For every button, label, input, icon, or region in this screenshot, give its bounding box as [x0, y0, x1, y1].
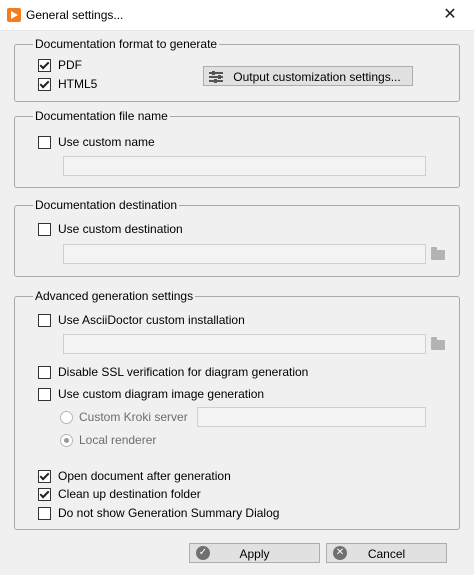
cancel-button[interactable]: ✕ Cancel: [326, 543, 447, 563]
close-icon[interactable]: ✕: [430, 2, 470, 28]
asciidoctor-label: Use AsciiDoctor custom installation: [58, 313, 245, 327]
output-customization-button[interactable]: Output customization settings...: [203, 66, 413, 86]
open-after-checkbox[interactable]: Open document after generation: [38, 468, 231, 484]
use-custom-destination-checkbox[interactable]: Use custom destination: [38, 221, 183, 237]
disable-ssl-label: Disable SSL verification for diagram gen…: [58, 365, 309, 379]
asciidoctor-checkbox[interactable]: Use AsciiDoctor custom installation: [38, 312, 245, 328]
apply-label: Apply: [239, 547, 270, 561]
clean-up-label: Clean up destination folder: [58, 487, 201, 501]
open-after-box[interactable]: [38, 469, 51, 483]
destination-legend: Documentation destination: [35, 198, 178, 212]
format-legend: Documentation format to generate: [35, 37, 218, 51]
browse-asciidoctor-folder-icon[interactable]: [431, 337, 445, 350]
use-custom-name-box[interactable]: [38, 135, 51, 149]
local-renderer-radio-dot[interactable]: [60, 433, 73, 447]
use-custom-name-label: Use custom name: [58, 135, 155, 149]
output-customization-label: Output customization settings...: [233, 70, 401, 84]
window-title: General settings...: [26, 8, 124, 22]
custom-diagram-checkbox[interactable]: Use custom diagram image generation: [38, 386, 264, 402]
custom-diagram-label: Use custom diagram image generation: [58, 387, 265, 401]
local-renderer-radio[interactable]: Local renderer: [60, 432, 156, 448]
asciidoctor-path-field[interactable]: [63, 334, 426, 354]
destination-field[interactable]: [63, 244, 426, 264]
advanced-legend: Advanced generation settings: [35, 289, 194, 303]
kroki-radio-dot[interactable]: [60, 410, 73, 424]
html5-label: HTML5: [58, 77, 98, 91]
custom-name-field[interactable]: [63, 156, 426, 176]
destination-group: Documentation destination: [14, 199, 460, 277]
kroki-url-field[interactable]: [197, 407, 426, 427]
app-logo-icon: [7, 8, 21, 22]
clean-up-checkbox[interactable]: Clean up destination folder: [38, 486, 201, 502]
html5-checkbox[interactable]: HTML5: [38, 76, 97, 92]
title-bar: General settings... ✕: [0, 0, 474, 30]
html5-check-box[interactable]: [38, 77, 51, 91]
kroki-radio[interactable]: Custom Kroki server: [60, 409, 188, 425]
pdf-label: PDF: [58, 58, 82, 72]
file-name-legend: Documentation file name: [35, 109, 168, 123]
cancel-label: Cancel: [367, 547, 406, 561]
kroki-label: Custom Kroki server: [79, 410, 188, 424]
pdf-check-box[interactable]: [38, 58, 51, 72]
clean-up-box[interactable]: [38, 487, 51, 501]
use-custom-destination-label: Use custom destination: [58, 222, 183, 236]
disable-ssl-checkbox[interactable]: Disable SSL verification for diagram gen…: [38, 364, 308, 380]
disable-ssl-box[interactable]: [38, 365, 51, 379]
no-summary-label: Do not show Generation Summary Dialog: [58, 506, 280, 520]
no-summary-box[interactable]: [38, 506, 51, 520]
open-after-label: Open document after generation: [58, 469, 231, 483]
apply-button[interactable]: ✓ Apply: [189, 543, 320, 563]
pdf-checkbox[interactable]: PDF: [38, 57, 82, 73]
use-custom-name-checkbox[interactable]: Use custom name: [38, 134, 155, 150]
asciidoctor-box[interactable]: [38, 313, 51, 327]
local-renderer-label: Local renderer: [79, 433, 157, 447]
browse-destination-folder-icon[interactable]: [431, 247, 445, 260]
no-summary-checkbox[interactable]: Do not show Generation Summary Dialog: [38, 505, 279, 521]
sliders-icon: [209, 71, 223, 83]
custom-diagram-box[interactable]: [38, 387, 51, 401]
use-custom-destination-box[interactable]: [38, 222, 51, 236]
title-divider: [0, 30, 474, 31]
